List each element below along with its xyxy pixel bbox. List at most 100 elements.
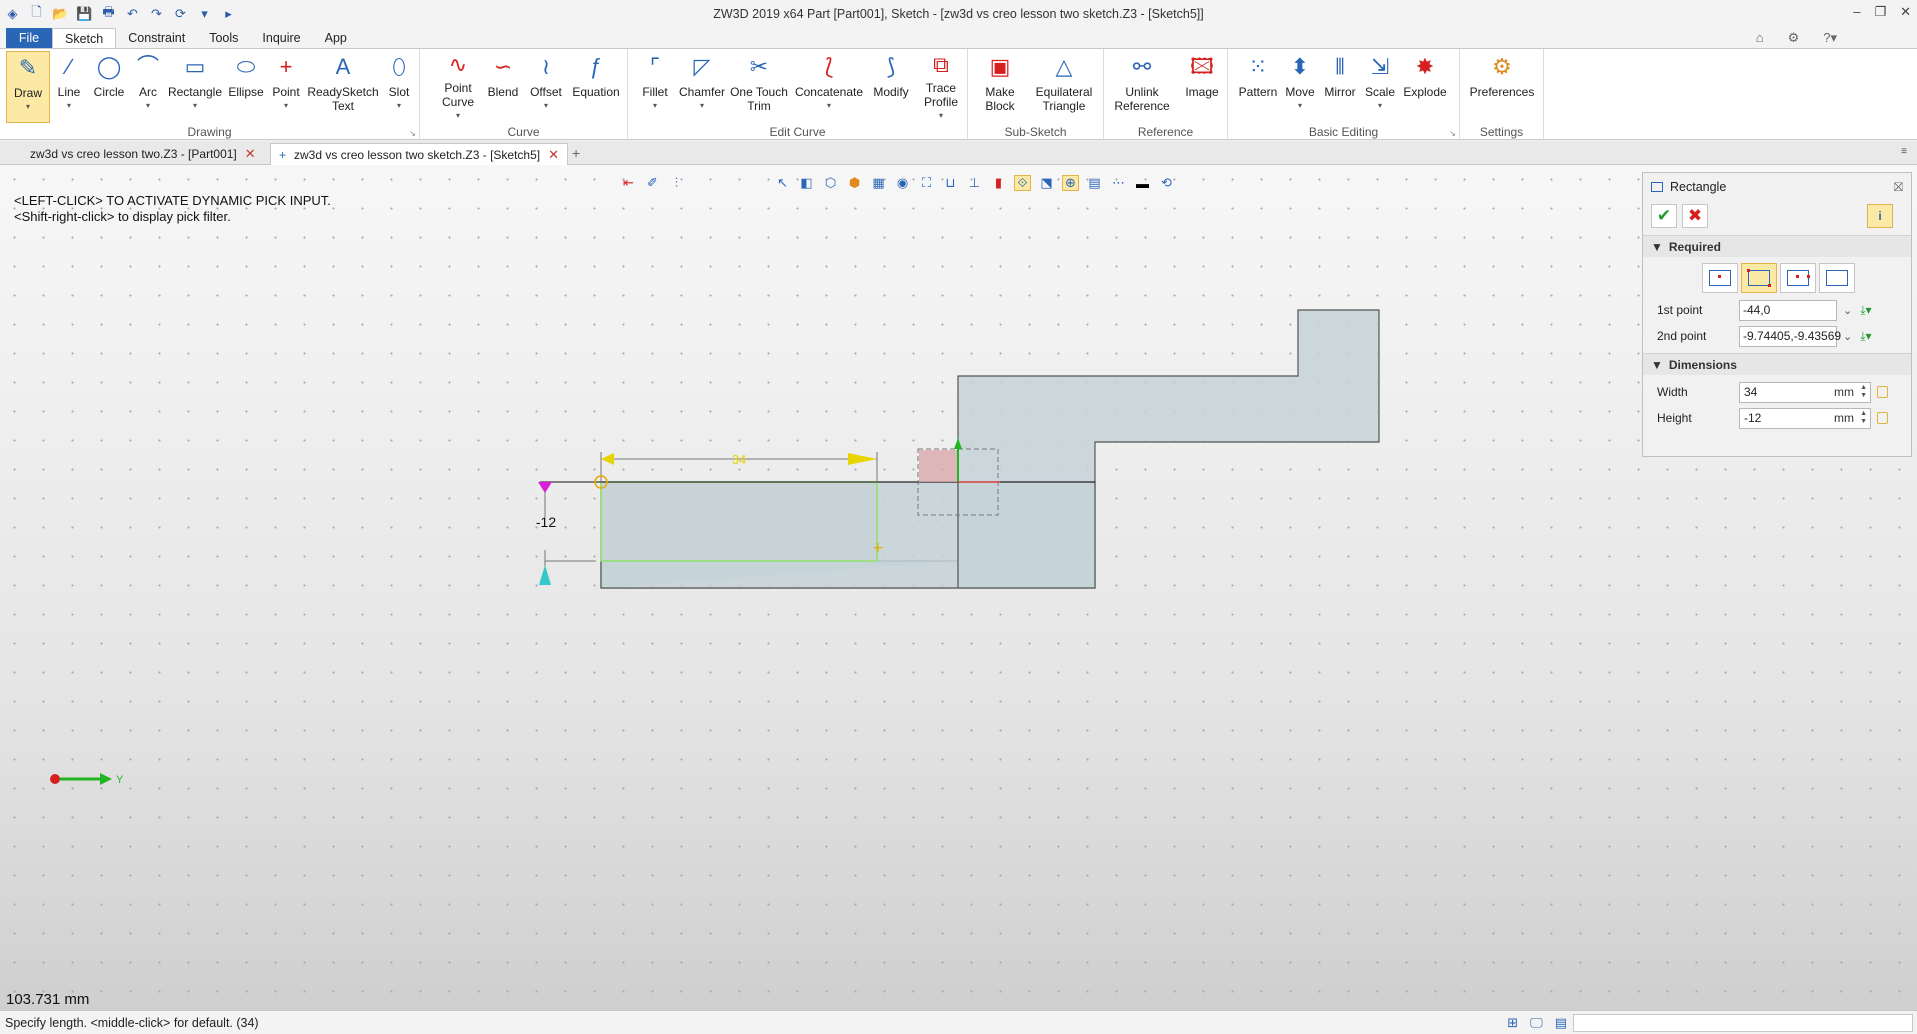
- tab-list-icon[interactable]: ≡: [1901, 146, 1907, 157]
- make-block-button[interactable]: ▣ Make Block: [978, 51, 1022, 123]
- ellipse-button[interactable]: ⬭ Ellipse: [226, 51, 266, 123]
- new-file-icon[interactable]: 🗋: [28, 4, 45, 23]
- blend-button[interactable]: ∽ Blend: [484, 51, 522, 123]
- point-curve-button[interactable]: ∿ Point Curve ▾: [436, 51, 480, 123]
- required-section-header[interactable]: ▼ Required: [1643, 235, 1911, 257]
- quick-access-toolbar: ◈ 🗋 📂 💾 🖶 ↶ ↷ ⟳ ▾ ▸: [0, 0, 237, 28]
- pattern-button[interactable]: ⁙ Pattern: [1236, 51, 1280, 123]
- unlink-reference-button[interactable]: ⚯ Unlink Reference: [1110, 51, 1174, 123]
- info-button[interactable]: i: [1867, 204, 1893, 228]
- lock-icon[interactable]: [1877, 386, 1888, 398]
- height-input[interactable]: -12 mm ▲ ▼: [1739, 407, 1871, 429]
- modify-icon: ⟆: [886, 54, 896, 79]
- restore-icon[interactable]: ❐: [1874, 4, 1886, 20]
- rectangle-preview: [600, 481, 878, 562]
- equation-button[interactable]: ƒ Equation: [568, 51, 624, 123]
- redo-icon[interactable]: ↷: [148, 6, 165, 23]
- open-folder-icon[interactable]: 📂: [52, 6, 69, 23]
- draw-button[interactable]: ✎ Draw ▾: [6, 51, 50, 123]
- modify-button[interactable]: ⟆ Modify: [868, 51, 914, 123]
- circle-button[interactable]: ◯ Circle: [90, 51, 128, 123]
- ok-button[interactable]: ✔: [1651, 204, 1677, 228]
- close-icon[interactable]: ✕: [245, 146, 256, 162]
- first-point-field[interactable]: -44,0: [1739, 299, 1837, 321]
- mode-two-corner-button[interactable]: [1740, 263, 1777, 293]
- required-section: ▼ Required 1st point -44,0 ⌄ ⤓▾ 2nd poin…: [1643, 235, 1911, 349]
- print-icon[interactable]: 🖶: [100, 4, 117, 23]
- menu-tab-constraint[interactable]: Constraint: [116, 28, 197, 48]
- dimensions-section-header[interactable]: ▼ Dimensions: [1643, 353, 1911, 375]
- command-input[interactable]: [1573, 1014, 1913, 1032]
- menu-right-tools: ⌂ ⚙ ?▾: [1756, 30, 1837, 46]
- close-icon[interactable]: ✕: [548, 147, 559, 163]
- group-launcher-icon[interactable]: ↘: [1449, 129, 1456, 138]
- gear-icon[interactable]: ⚙: [1788, 30, 1800, 46]
- one-touch-trim-button[interactable]: ✂ One Touch Trim: [728, 51, 790, 123]
- move-button[interactable]: ⬍ Move ▾: [1282, 51, 1318, 123]
- arc-button[interactable]: ⌒ Arc ▾: [132, 51, 164, 123]
- origin-fill: [919, 450, 958, 482]
- tree-icon[interactable]: ⊞: [1507, 1015, 1518, 1031]
- menu-tab-sketch[interactable]: Sketch: [52, 28, 117, 48]
- doc-tab-part[interactable]: zw3d vs creo lesson two.Z3 - [Part001] ✕: [22, 143, 264, 165]
- point-button[interactable]: + Point ▾: [268, 51, 304, 123]
- menu-tab-app[interactable]: App: [313, 28, 359, 48]
- explode-button[interactable]: ✸ Explode: [1400, 51, 1450, 123]
- readysketch-text-button[interactable]: A ReadySketch Text: [307, 51, 378, 123]
- pick-point-icon[interactable]: ⤓▾: [1860, 303, 1871, 318]
- sketch-canvas[interactable]: <LEFT-CLICK> TO ACTIVATE DYNAMIC PICK IN…: [0, 165, 1917, 1010]
- ribbon-group-label-settings: Settings: [1479, 125, 1524, 139]
- rectangle-button[interactable]: ▭ Rectangle ▾: [166, 51, 224, 123]
- triangle-icon: △: [1055, 54, 1073, 79]
- lock-icon[interactable]: [1877, 412, 1888, 424]
- offset-button[interactable]: ≀ Offset ▾: [526, 51, 566, 123]
- app-logo-icon[interactable]: ◈: [4, 6, 21, 23]
- mirror-button[interactable]: ⫴ Mirror: [1320, 51, 1360, 123]
- stepper-icon[interactable]: ▲ ▼: [1860, 410, 1867, 426]
- window-controls: – ❐ ✕: [1853, 4, 1911, 20]
- chevron-down-icon[interactable]: ⌄: [1843, 330, 1852, 343]
- pick-point-icon[interactable]: ⤓▾: [1860, 329, 1871, 344]
- trace-profile-button[interactable]: ⧉ Trace Profile ▾: [916, 51, 966, 123]
- menu-tab-file[interactable]: File: [6, 28, 52, 48]
- cancel-button[interactable]: ✖: [1682, 204, 1708, 228]
- ribbon-group-label-basic-editing: Basic Editing: [1308, 125, 1379, 139]
- menu-tab-inquire[interactable]: Inquire: [250, 28, 312, 48]
- concatenate-button[interactable]: ⟅ Concatenate ▾: [792, 51, 866, 123]
- close-icon[interactable]: ⛝: [1894, 180, 1903, 195]
- line-button[interactable]: ∕ Line ▾: [52, 51, 86, 123]
- save-icon[interactable]: 💾: [76, 6, 93, 23]
- undo-icon[interactable]: ↶: [124, 6, 141, 23]
- mode-parallelogram-button[interactable]: [1818, 263, 1855, 293]
- close-icon[interactable]: ✕: [1900, 4, 1911, 20]
- play-icon[interactable]: ▸: [220, 6, 237, 23]
- fillet-button[interactable]: ⌜ Fillet ▾: [636, 51, 674, 123]
- add-tab-icon[interactable]: +: [572, 145, 580, 161]
- chevron-down-icon[interactable]: ▾: [196, 6, 213, 23]
- stepper-icon[interactable]: ▲ ▼: [1860, 384, 1867, 400]
- status-text: Specify length. <middle-click> for defau…: [5, 1015, 259, 1030]
- help-icon[interactable]: ?▾: [1823, 30, 1837, 46]
- menu-tab-tools[interactable]: Tools: [197, 28, 250, 48]
- refresh-icon[interactable]: ⟳: [172, 6, 189, 23]
- mode-three-point-button[interactable]: [1779, 263, 1816, 293]
- chevron-down-icon[interactable]: ⌄: [1843, 304, 1852, 317]
- preferences-button[interactable]: ⚙ Preferences: [1464, 51, 1540, 123]
- second-point-field[interactable]: -9.74405,-9.43569: [1739, 325, 1841, 347]
- chamfer-button[interactable]: ◸ Chamfer ▾: [676, 51, 728, 123]
- panel-icon[interactable]: ▤: [1555, 1015, 1567, 1031]
- doc-tab-sketch[interactable]: + zw3d vs creo lesson two sketch.Z3 - [S…: [270, 143, 569, 165]
- slot-button[interactable]: ⬯ Slot ▾: [382, 51, 416, 123]
- minimize-icon[interactable]: –: [1853, 4, 1860, 20]
- image-button[interactable]: 🖾 Image: [1180, 51, 1224, 123]
- equilateral-triangle-button[interactable]: △ Equilateral Triangle: [1028, 51, 1100, 123]
- home-icon[interactable]: ⌂: [1756, 30, 1764, 46]
- document-tabs: zw3d vs creo lesson two.Z3 - [Part001] ✕…: [0, 141, 1917, 165]
- monitor-icon[interactable]: 🖵: [1530, 1015, 1543, 1031]
- ribbon-group-reference: ⚯ Unlink Reference 🖾 Image Reference: [1104, 49, 1228, 141]
- scale-button[interactable]: ⇲ Scale ▾: [1362, 51, 1398, 123]
- sketch-geometry[interactable]: 34 -12 + Y: [0, 165, 1917, 1010]
- width-input[interactable]: 34 mm ▲ ▼: [1739, 381, 1871, 403]
- mode-center-button[interactable]: [1701, 263, 1738, 293]
- group-launcher-icon[interactable]: ↘: [409, 129, 416, 138]
